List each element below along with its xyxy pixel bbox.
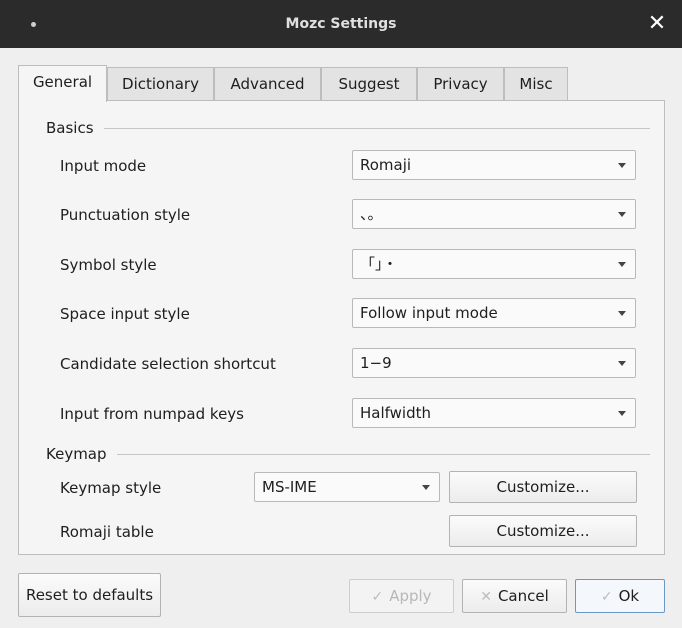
symbol-style-select[interactable]: 「」・ [352, 249, 636, 279]
punctuation-style-value: 、。 [360, 205, 383, 223]
close-icon[interactable]: ✕ [644, 10, 670, 38]
candidate-selection-shortcut-value: 1−9 [360, 354, 392, 372]
symbol-style-label: Symbol style [60, 256, 157, 274]
chevron-down-icon [618, 411, 626, 416]
title-bar: Mozc Settings ✕ [0, 0, 682, 48]
tab-privacy[interactable]: Privacy [417, 67, 504, 101]
chevron-down-icon [618, 361, 626, 366]
chevron-down-icon [618, 163, 626, 168]
space-input-style-label: Space input style [60, 305, 190, 323]
punctuation-style-select[interactable]: 、。 [352, 199, 636, 229]
chevron-down-icon [618, 311, 626, 316]
keymap-customize-button[interactable]: Customize... [449, 471, 637, 503]
checkmark-icon: ✓ [600, 589, 613, 605]
tab-general[interactable]: General [18, 65, 107, 102]
keymap-group-title: Keymap [46, 445, 107, 463]
ok-label: Ok [618, 587, 640, 605]
tab-advanced[interactable]: Advanced [214, 67, 321, 101]
space-input-style-value: Follow input mode [360, 304, 498, 322]
chevron-down-icon [422, 485, 430, 490]
keymap-style-value: MS-IME [262, 478, 317, 496]
checkmark-icon: ✓ [371, 589, 384, 605]
input-mode-value: Romaji [360, 156, 412, 174]
input-mode-select[interactable]: Romaji [352, 150, 636, 180]
basics-divider [104, 128, 650, 129]
cancel-button[interactable]: ✕ Cancel [462, 579, 567, 613]
candidate-selection-shortcut-select[interactable]: 1−9 [352, 348, 636, 378]
tab-misc[interactable]: Misc [504, 67, 568, 101]
romaji-table-label: Romaji table [60, 523, 154, 541]
candidate-selection-shortcut-label: Candidate selection shortcut [60, 355, 276, 373]
x-icon: ✕ [480, 589, 492, 605]
punctuation-style-label: Punctuation style [60, 206, 191, 224]
tab-dictionary[interactable]: Dictionary [107, 67, 214, 101]
romaji-table-customize-button[interactable]: Customize... [449, 515, 637, 547]
input-mode-label: Input mode [60, 157, 147, 175]
apply-button[interactable]: ✓ Apply [349, 579, 454, 613]
keymap-divider [117, 454, 650, 455]
reset-to-defaults-button[interactable]: Reset to defaults [18, 573, 161, 617]
keymap-style-select[interactable]: MS-IME [254, 472, 440, 502]
keymap-style-label: Keymap style [60, 479, 162, 497]
space-input-style-select[interactable]: Follow input mode [352, 298, 636, 328]
apply-label: Apply [389, 587, 432, 605]
basics-group-title: Basics [46, 119, 94, 137]
tab-suggest[interactable]: Suggest [321, 67, 417, 101]
chevron-down-icon [618, 212, 626, 217]
symbol-style-value: 「」・ [360, 255, 398, 273]
general-panel: Basics Input mode Romaji Punctuation sty… [18, 100, 665, 555]
window-title: Mozc Settings [285, 16, 397, 32]
input-from-numpad-keys-label: Input from numpad keys [60, 405, 244, 423]
cancel-label: Cancel [497, 587, 549, 605]
ok-button[interactable]: ✓ Ok [575, 579, 665, 613]
chevron-down-icon [618, 262, 626, 267]
input-from-numpad-keys-select[interactable]: Halfwidth [352, 398, 636, 428]
input-from-numpad-keys-value: Halfwidth [360, 404, 432, 422]
